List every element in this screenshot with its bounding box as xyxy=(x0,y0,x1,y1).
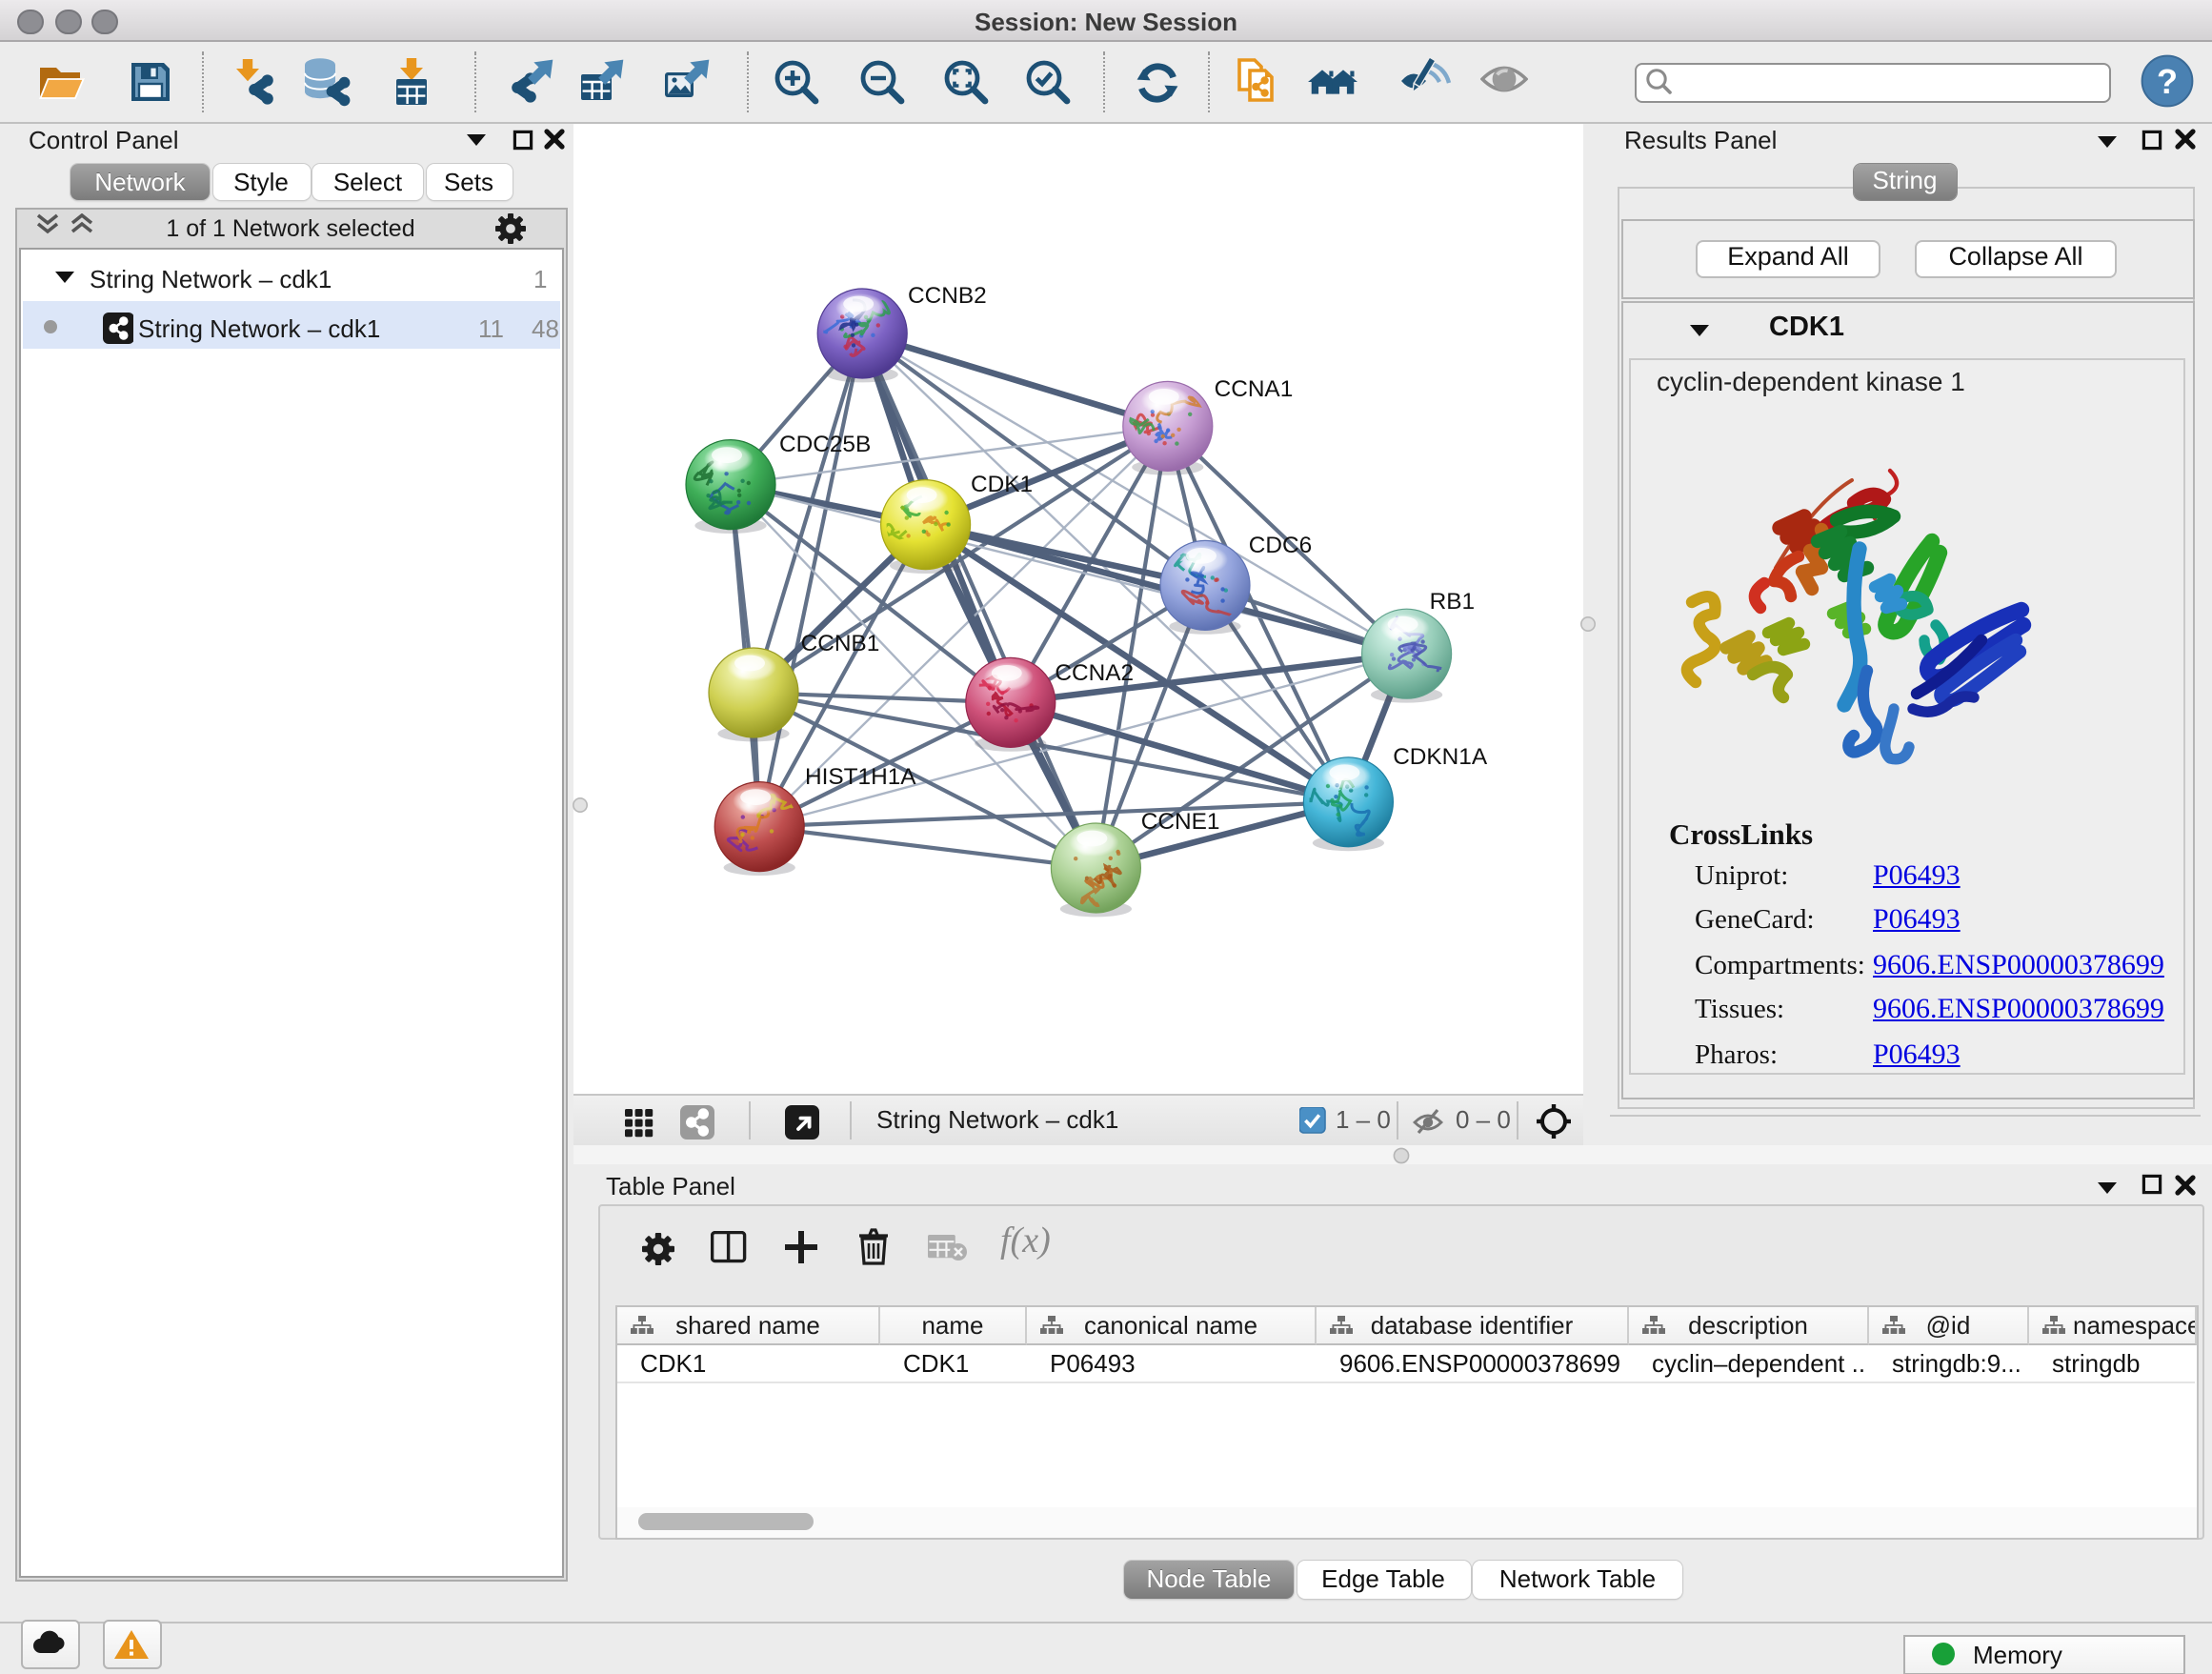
svg-text:?: ? xyxy=(2157,62,2178,101)
svg-text:CDK1: CDK1 xyxy=(970,472,1032,497)
svg-text:CDC25B: CDC25B xyxy=(778,432,870,457)
svg-text:CDC6: CDC6 xyxy=(1248,533,1311,558)
svg-text:CCNE1: CCNE1 xyxy=(1140,809,1219,835)
svg-text:CCNB1: CCNB1 xyxy=(800,631,879,656)
svg-text:CCNA2: CCNA2 xyxy=(1054,660,1133,686)
svg-text:CCNA1: CCNA1 xyxy=(1214,376,1293,402)
svg-text:HIST1H1A: HIST1H1A xyxy=(804,764,915,790)
svg-text:RB1: RB1 xyxy=(1429,589,1474,615)
svg-text:CDKN1A: CDKN1A xyxy=(1392,744,1487,770)
svg-text:CCNB2: CCNB2 xyxy=(907,283,986,309)
